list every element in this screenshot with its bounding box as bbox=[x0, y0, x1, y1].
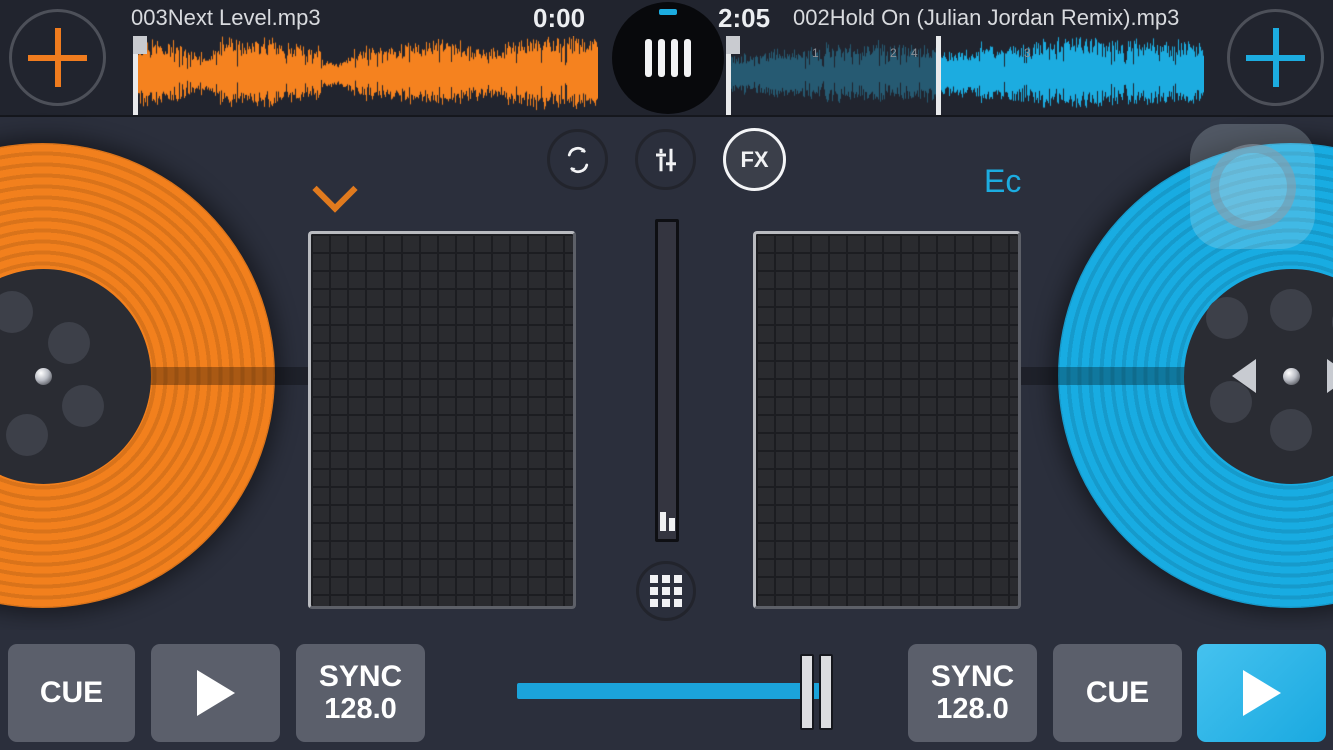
plus-icon-vertical bbox=[1272, 28, 1279, 87]
deck-a-playhead[interactable] bbox=[133, 36, 147, 115]
loop-button[interactable] bbox=[547, 129, 608, 190]
deck-b-bpm: 128.0 bbox=[936, 692, 1009, 725]
deck-b-effect-knob-overlay[interactable] bbox=[1190, 124, 1315, 249]
hub-dot bbox=[1269, 288, 1312, 331]
deck-b-sync-label: SYNC bbox=[930, 660, 1015, 694]
effect-knob[interactable] bbox=[1209, 143, 1296, 230]
deck-a-waveform[interactable] bbox=[133, 36, 598, 114]
eq-button[interactable] bbox=[635, 129, 696, 190]
beat-marker: 1 bbox=[812, 46, 819, 60]
channel-fader-handle[interactable] bbox=[660, 512, 675, 531]
hub-dot bbox=[0, 290, 33, 333]
deck-b-cue-playhead[interactable] bbox=[726, 36, 740, 115]
play-icon bbox=[1242, 670, 1281, 716]
hub-dot bbox=[1269, 408, 1312, 451]
add-track-left-button[interactable] bbox=[9, 9, 106, 106]
deck-b-spindle bbox=[1283, 368, 1300, 385]
deck-a-time: 0:00 bbox=[533, 3, 586, 33]
beat-marker: 3 bbox=[1024, 46, 1031, 60]
fx-button[interactable]: FX bbox=[723, 128, 786, 191]
hub-dot bbox=[5, 413, 48, 456]
deck-a-play-button[interactable] bbox=[151, 644, 280, 742]
play-icon bbox=[196, 670, 235, 716]
deck-b-xy-pad[interactable] bbox=[753, 231, 1021, 609]
beat-tick-indicator bbox=[659, 9, 677, 15]
deck-a-cue-label: CUE bbox=[39, 675, 104, 709]
hub-dot bbox=[1205, 296, 1248, 339]
deck-a-xy-pad[interactable] bbox=[308, 231, 576, 609]
crossfader-handle[interactable] bbox=[800, 654, 834, 730]
beat-marker: 4 bbox=[911, 46, 918, 60]
pause-bars-icon bbox=[645, 39, 691, 77]
deck-a-turntable[interactable] bbox=[0, 143, 335, 608]
channel-fader[interactable] bbox=[655, 219, 679, 542]
dj-app-screen: 003Next Level.mp3 0:00 2:05 002Hold On (… bbox=[0, 0, 1333, 750]
deck-b-playhead[interactable] bbox=[936, 36, 941, 115]
deck-a-cue-button[interactable]: CUE bbox=[8, 644, 135, 742]
grid-pads-icon bbox=[650, 575, 682, 607]
deck-a-sync-label: SYNC bbox=[318, 660, 403, 694]
loop-icon bbox=[567, 146, 588, 173]
hub-dot bbox=[47, 321, 90, 364]
deck-b-sync-button[interactable]: SYNC 128.0 bbox=[908, 644, 1037, 742]
deck-a-waveform-canvas bbox=[133, 36, 598, 114]
deck-b-cue-button[interactable]: CUE bbox=[1053, 644, 1182, 742]
crossfader-track[interactable] bbox=[517, 683, 820, 699]
hub-dot bbox=[61, 384, 104, 427]
deck-b-time: 2:05 bbox=[718, 3, 771, 33]
fx-name-label: Ec bbox=[984, 163, 1022, 199]
deck-b-cue-label: CUE bbox=[1085, 675, 1150, 709]
pitch-bend-back-icon[interactable] bbox=[1231, 359, 1256, 393]
add-track-right-button[interactable] bbox=[1227, 9, 1324, 106]
pads-button[interactable] bbox=[636, 561, 696, 621]
beat-marker: 2 bbox=[890, 46, 897, 60]
chevron-down-icon[interactable] bbox=[314, 172, 360, 202]
deck-b-cue-marker bbox=[726, 36, 740, 54]
plus-icon-vertical bbox=[54, 28, 61, 87]
deck-a-sync-button[interactable]: SYNC 128.0 bbox=[296, 644, 425, 742]
deck-a-track-title: 003Next Level.mp3 bbox=[131, 5, 321, 30]
fx-button-label: FX bbox=[740, 146, 769, 172]
waveform-header: 003Next Level.mp3 0:00 2:05 002Hold On (… bbox=[0, 0, 1333, 117]
deck-a-bpm: 128.0 bbox=[324, 692, 397, 725]
deck-b-waveform-canvas bbox=[726, 36, 1204, 114]
eq-sliders-icon bbox=[655, 148, 676, 171]
pitch-bend-forward-icon[interactable] bbox=[1326, 359, 1333, 393]
deck-b-track-title: 002Hold On (Julian Jordan Remix).mp3 bbox=[793, 5, 1180, 30]
deck-a-cue-marker bbox=[133, 36, 147, 54]
transport-center-button[interactable] bbox=[612, 2, 724, 114]
deck-a-spindle bbox=[35, 368, 52, 385]
deck-b-waveform[interactable] bbox=[726, 36, 1204, 114]
deck-b-play-button[interactable] bbox=[1197, 644, 1326, 742]
